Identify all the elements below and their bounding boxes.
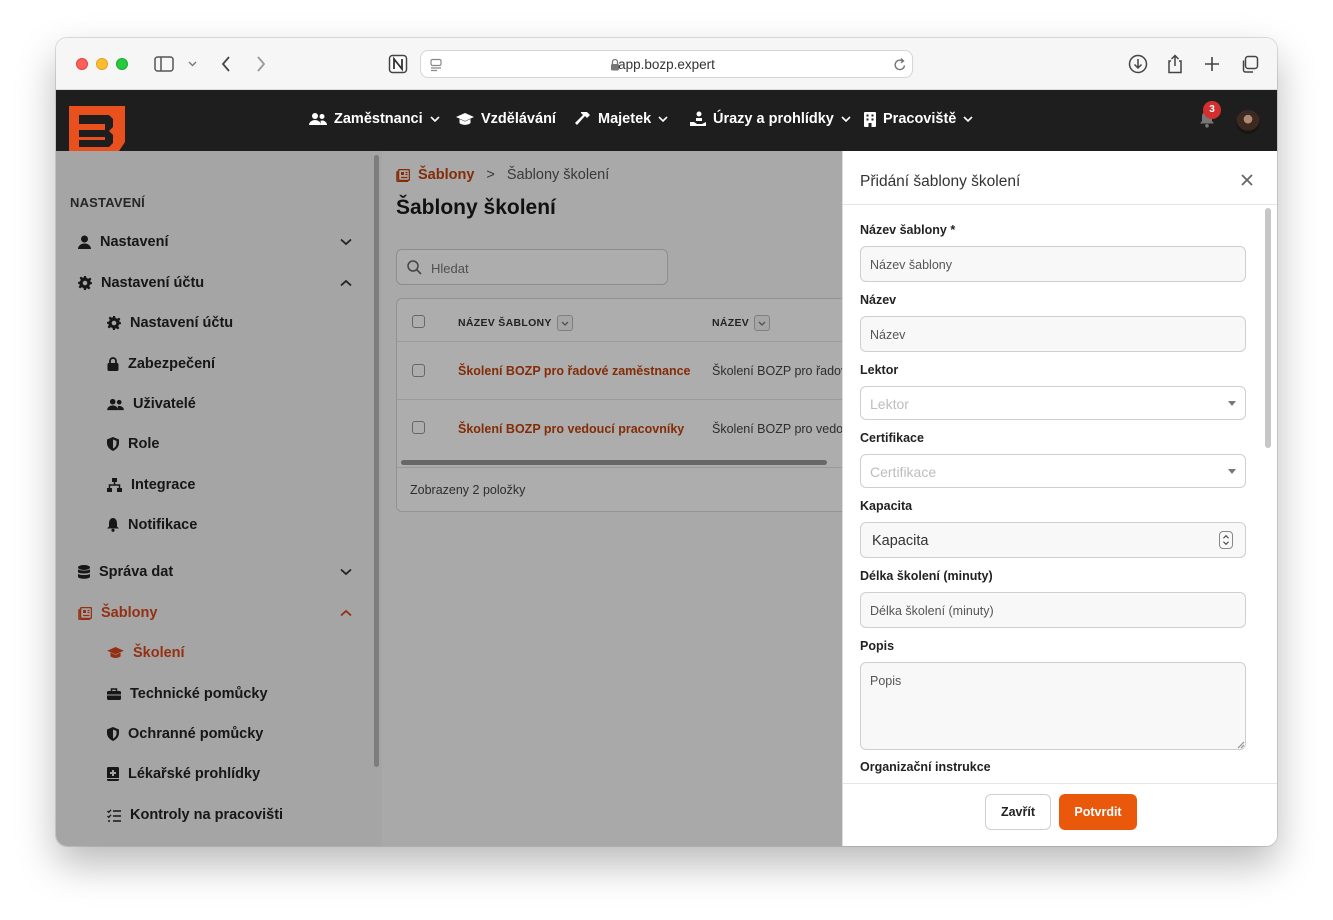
tabs-overview-icon[interactable]	[1238, 52, 1260, 76]
close-button[interactable]: Zavřít	[985, 794, 1051, 830]
modal-backdrop[interactable]	[56, 151, 842, 846]
input-placeholder: Název šablony	[870, 258, 952, 272]
app-header: Zaměstnanci Vzdělávání Majetek Úrazy a p…	[56, 90, 1277, 160]
close-window-button[interactable]	[76, 58, 88, 70]
building-icon	[864, 111, 876, 127]
notification-badge: 3	[1203, 101, 1221, 119]
forward-icon[interactable]	[253, 52, 269, 76]
template-name-input[interactable]: Název šablony	[860, 246, 1246, 282]
notion-icon[interactable]	[387, 52, 409, 76]
download-icon[interactable]	[1127, 52, 1149, 76]
input-placeholder: Název	[870, 328, 906, 342]
resize-handle-icon[interactable]	[1237, 741, 1245, 749]
input-placeholder: Délka školení (minuty)	[870, 604, 994, 618]
sidebar-toggle-icon[interactable]	[153, 52, 175, 76]
panel-scrollbar[interactable]	[1265, 208, 1271, 448]
nav-education[interactable]: Vzdělávání	[456, 111, 556, 127]
textarea-placeholder: Popis	[870, 674, 902, 688]
nav-injuries-inspections[interactable]: Úrazy a prohlídky	[690, 111, 851, 127]
panel-title: Přidání šablony školení	[860, 173, 1021, 190]
panel-header-divider	[843, 204, 1277, 205]
zoom-window-button[interactable]	[116, 58, 128, 70]
graduation-cap-icon	[456, 112, 474, 125]
nav-employees[interactable]: Zaměstnanci	[309, 111, 440, 127]
field-label-template-name: Název šablony *	[860, 223, 956, 237]
description-textarea[interactable]: Popis	[860, 662, 1246, 750]
panel-footer-divider	[843, 783, 1277, 784]
browser-toolbar: app.bozp.expert	[56, 38, 1277, 90]
duration-input[interactable]: Délka školení (minuty)	[860, 592, 1246, 628]
lecturer-select[interactable]: Lektor	[860, 386, 1246, 420]
close-icon[interactable]	[1240, 173, 1254, 187]
select-placeholder: Certifikace	[870, 464, 937, 480]
nav-label: Vzdělávání	[481, 111, 556, 127]
field-label-lecturer: Lektor	[860, 363, 899, 377]
nav-label: Majetek	[598, 111, 652, 127]
injury-icon	[690, 111, 706, 126]
field-label-description: Popis	[860, 639, 895, 653]
chevron-down-icon	[841, 116, 851, 122]
new-tab-icon[interactable]	[1201, 52, 1223, 76]
nav-label: Pracoviště	[883, 111, 957, 127]
address-bar[interactable]: app.bozp.expert	[420, 50, 913, 78]
chevron-down-icon	[963, 116, 973, 122]
stepper-icon[interactable]	[1219, 531, 1233, 549]
hammer-icon	[575, 112, 590, 125]
caret-down-icon	[1228, 469, 1236, 474]
avatar[interactable]	[1236, 110, 1260, 134]
field-label-capacity: Kapacita	[860, 499, 913, 513]
add-template-panel: Přidání šablony školení Název šablony * …	[842, 151, 1277, 846]
nav-label: Úrazy a prohlídky	[713, 111, 834, 127]
field-label-name: Název	[860, 293, 897, 307]
nav-label: Zaměstnanci	[334, 111, 423, 127]
input-placeholder: Kapacita	[872, 533, 929, 549]
share-icon[interactable]	[1164, 52, 1186, 76]
back-icon[interactable]	[218, 52, 234, 76]
nav-workplace[interactable]: Pracoviště	[864, 111, 973, 127]
browser-window: app.bozp.expert Zaměstnanci Vzdělávání M…	[56, 38, 1277, 846]
minimize-window-button[interactable]	[96, 58, 108, 70]
field-label-certification: Certifikace	[860, 431, 924, 445]
field-label-org-instructions: Organizační instrukce	[860, 760, 991, 774]
chevron-down-icon	[430, 116, 440, 122]
chevron-down-icon	[658, 116, 668, 122]
nav-assets[interactable]: Majetek	[575, 111, 668, 127]
url-text: app.bozp.expert	[618, 57, 715, 72]
select-placeholder: Lektor	[870, 396, 909, 412]
field-label-duration: Délka školení (minuty)	[860, 569, 993, 583]
confirm-button[interactable]: Potvrdit	[1059, 794, 1137, 830]
caret-down-icon	[1228, 401, 1236, 406]
reload-icon[interactable]	[893, 57, 907, 72]
certification-select[interactable]: Certifikace	[860, 454, 1246, 488]
capacity-number-input[interactable]: Kapacita	[860, 522, 1246, 558]
chevron-down-icon[interactable]	[186, 52, 198, 76]
users-icon	[309, 113, 327, 125]
name-input[interactable]: Název	[860, 316, 1246, 352]
